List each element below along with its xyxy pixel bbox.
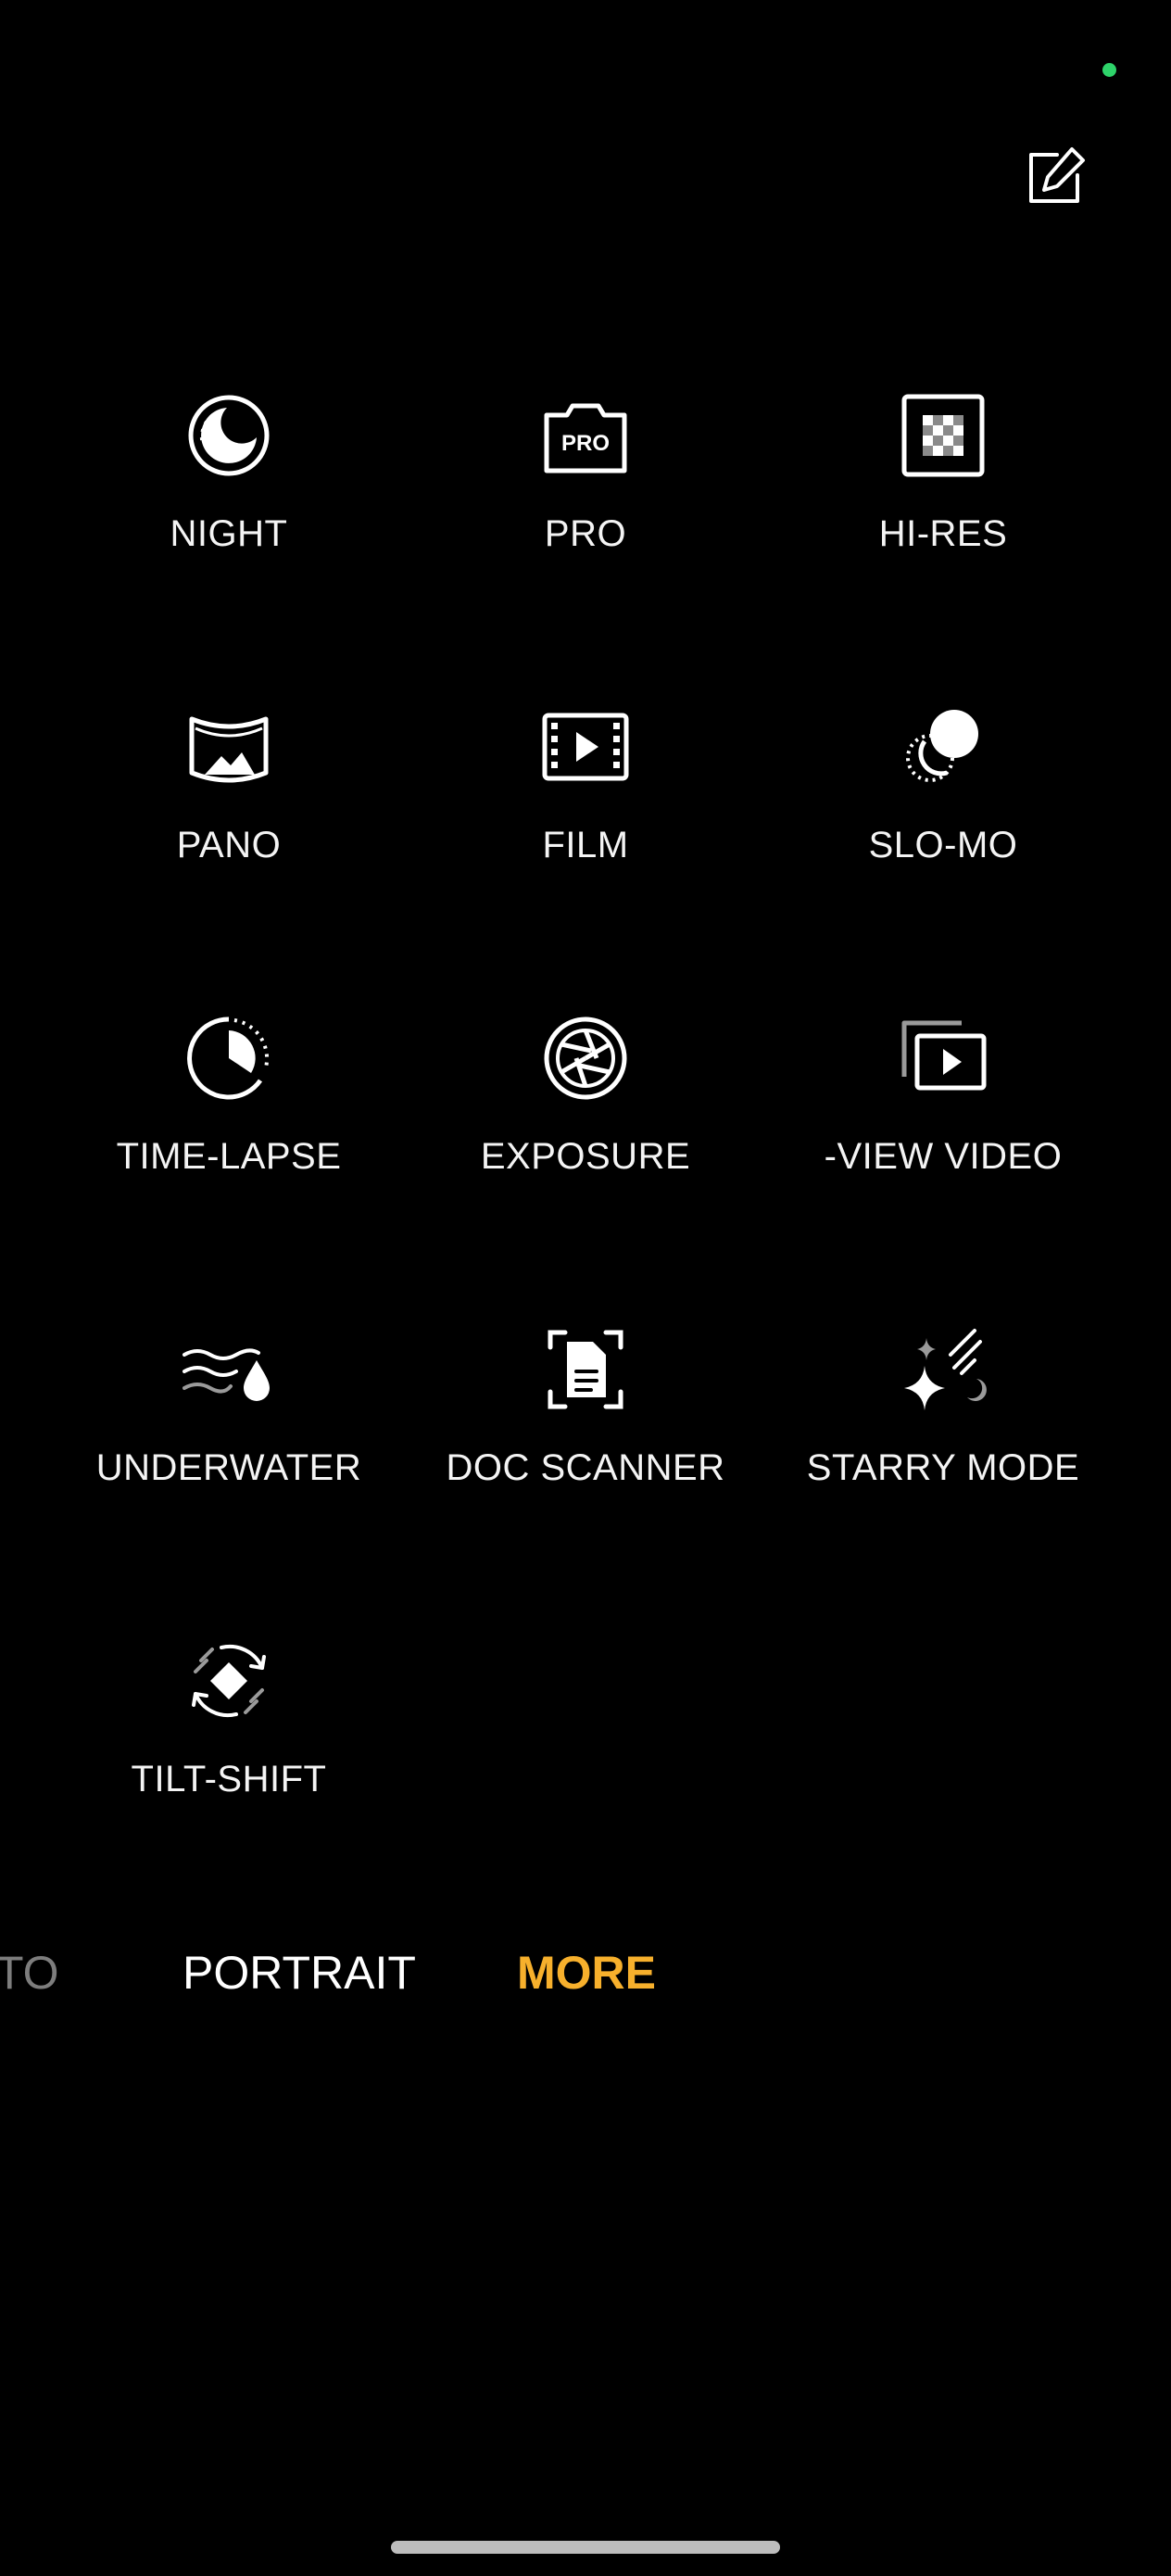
tilt-shift-icon bbox=[183, 1635, 275, 1727]
mode-label: STARRY MODE bbox=[806, 1447, 1080, 1488]
pro-camera-icon: PRO bbox=[539, 389, 632, 482]
underwater-icon bbox=[183, 1323, 275, 1416]
exposure-aperture-icon bbox=[539, 1012, 632, 1105]
night-moon-icon bbox=[183, 389, 275, 482]
mode-label: TIME-LAPSE bbox=[116, 1136, 342, 1177]
mode-label: TILT-SHIFT bbox=[131, 1759, 327, 1799]
mode-tilt-shift[interactable]: TILT-SHIFT bbox=[53, 1635, 405, 1829]
mode-hi-res[interactable]: HI-RES bbox=[767, 389, 1119, 584]
mode-slo-mo[interactable]: SLO-MO bbox=[767, 701, 1119, 895]
film-icon bbox=[539, 701, 632, 793]
pano-icon bbox=[183, 701, 275, 793]
tab-label: TO bbox=[0, 1947, 59, 1999]
tab-more[interactable]: MORE bbox=[517, 1946, 656, 2000]
home-indicator[interactable] bbox=[391, 2541, 780, 2554]
mode-dual-view-video[interactable]: -VIEW VIDEO bbox=[767, 1012, 1119, 1206]
mode-label: FILM bbox=[542, 825, 629, 865]
hi-res-grid-icon bbox=[897, 389, 989, 482]
mode-label: SLO-MO bbox=[868, 825, 1018, 865]
mode-label: UNDERWATER bbox=[95, 1447, 362, 1488]
mode-starry[interactable]: STARRY MODE bbox=[767, 1323, 1119, 1518]
mode-doc-scanner[interactable]: DOC SCANNER bbox=[409, 1323, 762, 1518]
tab-photo[interactable]: TO bbox=[0, 1946, 59, 2000]
slo-mo-icon bbox=[897, 701, 989, 793]
mode-exposure[interactable]: EXPOSURE bbox=[409, 1012, 762, 1206]
time-lapse-icon bbox=[183, 1012, 275, 1105]
mode-label: PANO bbox=[176, 825, 282, 865]
mode-film[interactable]: FILM bbox=[409, 701, 762, 895]
edit-icon bbox=[1029, 147, 1085, 203]
mode-label: NIGHT bbox=[170, 513, 288, 554]
dual-view-video-icon bbox=[897, 1012, 989, 1105]
mode-pro[interactable]: PRO PRO bbox=[409, 389, 762, 584]
mode-label: HI-RES bbox=[878, 513, 1008, 554]
mode-label: DOC SCANNER bbox=[446, 1447, 725, 1488]
mode-label: -VIEW VIDEO bbox=[824, 1136, 1063, 1177]
mode-tab-bar: TO PORTRAIT MORE bbox=[0, 1937, 1171, 2011]
doc-scanner-icon bbox=[539, 1323, 632, 1416]
camera-in-use-indicator bbox=[1102, 63, 1116, 77]
modes-grid: NIGHT PRO PRO HI-RES PANO FILM SLO-MO TI… bbox=[0, 389, 1171, 1816]
mode-underwater[interactable]: UNDERWATER bbox=[53, 1323, 405, 1518]
starry-mode-icon bbox=[897, 1323, 989, 1416]
mode-time-lapse[interactable]: TIME-LAPSE bbox=[53, 1012, 405, 1206]
mode-pano[interactable]: PANO bbox=[53, 701, 405, 895]
tab-portrait[interactable]: PORTRAIT bbox=[183, 1946, 416, 2000]
mode-label: EXPOSURE bbox=[480, 1136, 691, 1177]
mode-night[interactable]: NIGHT bbox=[53, 389, 405, 584]
edit-modes-button[interactable] bbox=[1017, 137, 1095, 215]
mode-label: PRO bbox=[544, 513, 627, 554]
svg-text:PRO: PRO bbox=[561, 431, 610, 456]
